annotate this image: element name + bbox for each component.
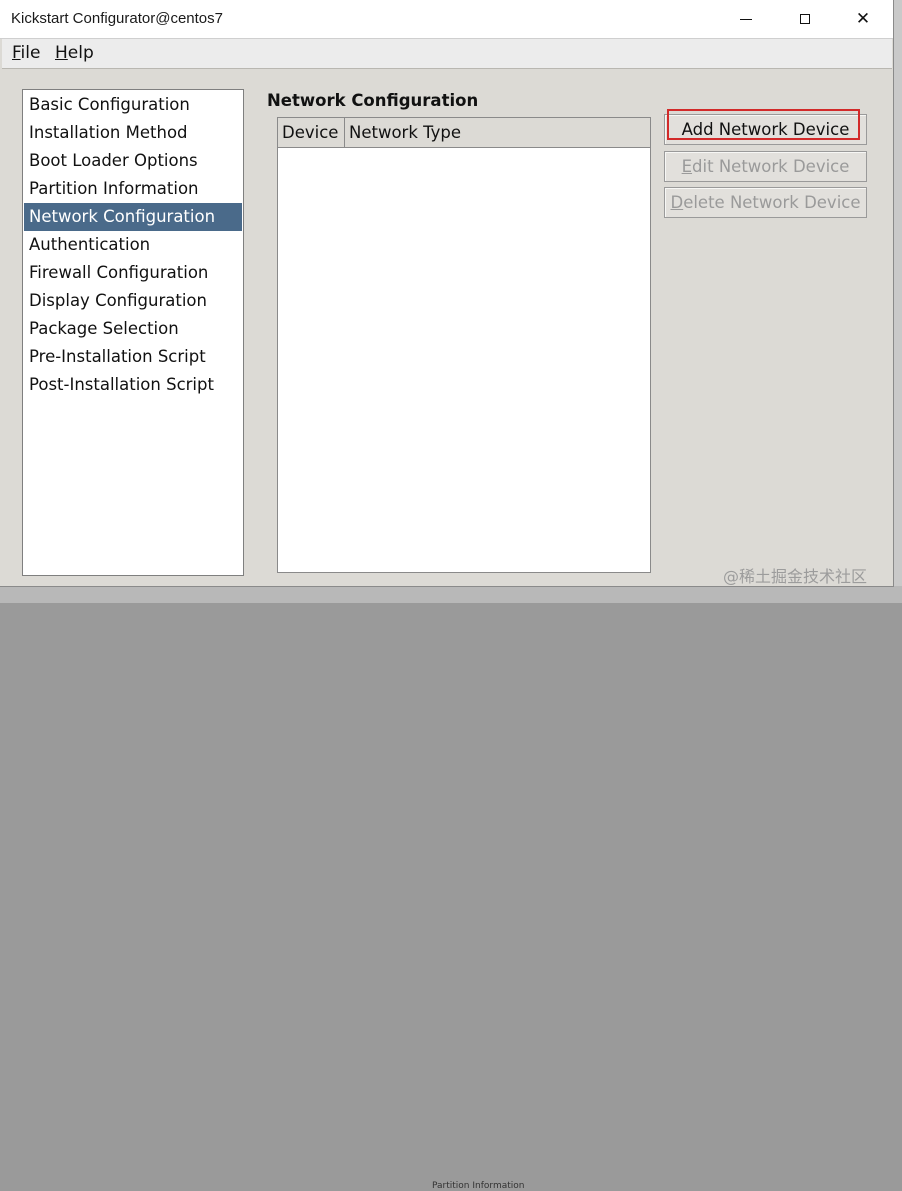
column-header-network-type[interactable]: Network Type (345, 118, 650, 147)
background-window-right (894, 0, 902, 603)
edit-mnemonic: E (681, 157, 693, 176)
menu-bar: File Help (2, 39, 892, 69)
section-list: Basic Configuration Installation Method … (22, 89, 244, 576)
add-network-device-button[interactable]: Add Network Device (664, 114, 867, 145)
menu-file-mnemonic: F (12, 43, 21, 63)
menu-help-label: elp (67, 43, 94, 63)
kickstart-window: Kickstart Configurator@centos7 ✕ File He… (0, 0, 894, 587)
close-icon: ✕ (855, 9, 871, 29)
menu-file-label: ile (20, 43, 41, 63)
sidebar-item-display-configuration[interactable]: Display Configuration (24, 287, 242, 315)
table-header: Device Network Type (278, 118, 650, 148)
sidebar-item-firewall-configuration[interactable]: Firewall Configuration (24, 259, 242, 287)
minimize-icon (740, 18, 752, 20)
network-device-table[interactable]: Device Network Type (277, 117, 651, 573)
delete-mnemonic: D (670, 193, 684, 212)
minimize-button[interactable] (717, 0, 775, 38)
close-button[interactable]: ✕ (834, 0, 892, 38)
sidebar-item-partition-information[interactable]: Partition Information (24, 175, 242, 203)
maximize-button[interactable] (776, 0, 834, 38)
edit-label: dit Network Device (692, 157, 850, 176)
title-bar[interactable]: Kickstart Configurator@centos7 ✕ (0, 0, 893, 39)
delete-network-device-button[interactable]: Delete Network Device (664, 187, 867, 218)
sidebar-item-package-selection[interactable]: Package Selection (24, 315, 242, 343)
watermark: @稀土掘金技术社区 (723, 567, 868, 586)
maximize-icon (800, 14, 810, 24)
window-title: Kickstart Configurator@centos7 (11, 10, 223, 27)
sidebar-item-authentication[interactable]: Authentication (24, 231, 242, 259)
sidebar-item-post-installation-script[interactable]: Post-Installation Script (24, 371, 242, 399)
sidebar-item-installation-method[interactable]: Installation Method (24, 119, 242, 147)
sidebar-item-network-configuration[interactable]: Network Configuration (24, 203, 242, 231)
edit-network-device-button[interactable]: Edit Network Device (664, 151, 867, 182)
menu-help-mnemonic: H (55, 43, 68, 63)
sidebar-item-basic-configuration[interactable]: Basic Configuration (24, 91, 242, 119)
sidebar-item-pre-installation-script[interactable]: Pre-Installation Script (24, 343, 242, 371)
delete-label: elete Network Device (683, 193, 861, 212)
sidebar-item-boot-loader-options[interactable]: Boot Loader Options (24, 147, 242, 175)
page-title: Network Configuration (267, 91, 479, 110)
menu-file[interactable]: File (12, 43, 40, 63)
column-header-device[interactable]: Device (278, 118, 345, 147)
background-text: Partition Information (432, 1181, 525, 1191)
background-window-bottom: Partition Information (0, 586, 902, 1191)
menu-help[interactable]: Help (55, 43, 94, 63)
